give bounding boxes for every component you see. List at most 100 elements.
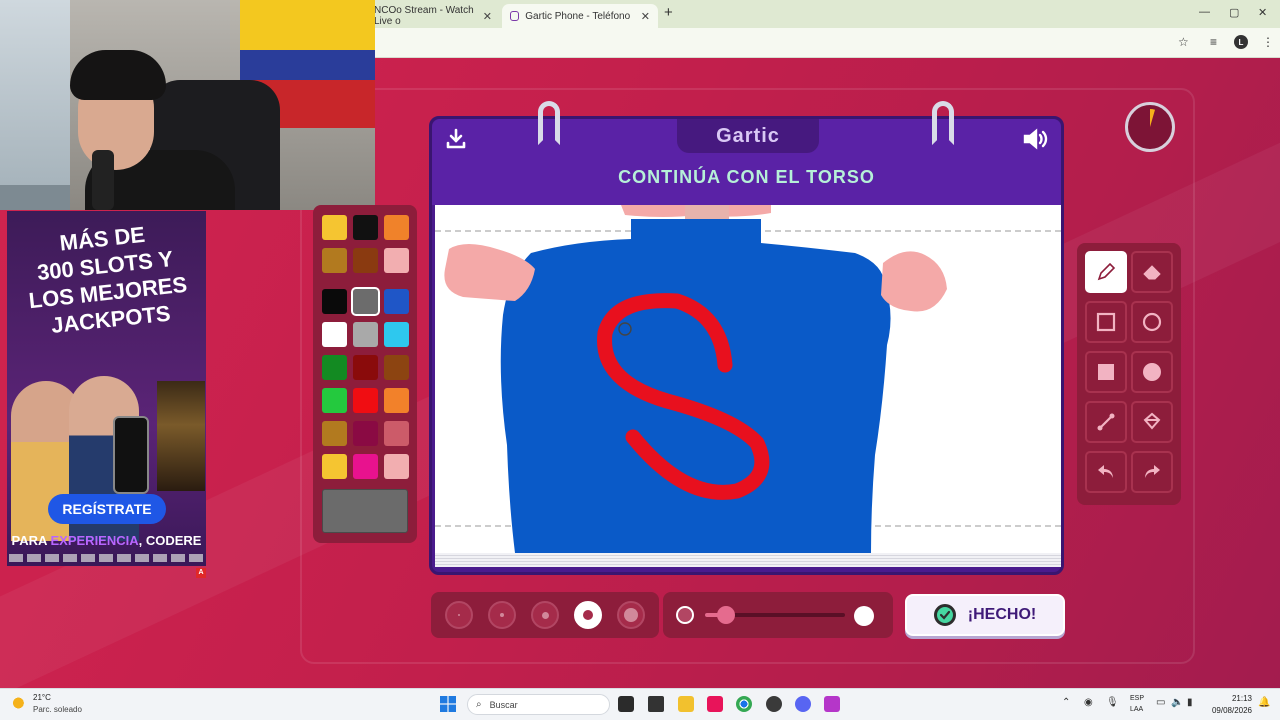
brush-size-option[interactable] <box>488 601 516 629</box>
input-language-variant[interactable]: LAA <box>1130 706 1143 713</box>
battery-icon[interactable]: ▮ <box>1187 697 1193 708</box>
microphone-icon[interactable]: 🎙 <box>1106 697 1119 708</box>
bookmark-star-icon[interactable]: ☆ <box>1178 35 1189 49</box>
weather-description[interactable]: Parc. soleado <box>33 705 82 714</box>
board-ring <box>932 101 954 145</box>
color-swatch[interactable] <box>353 454 378 479</box>
ad-title: MÁS DE 300 SLOTS Y LOS MEJORES JACKPOTS <box>10 216 203 343</box>
brush-size-dot <box>583 610 593 620</box>
brush-size-selector <box>431 592 659 638</box>
codere-ad-banner[interactable]: MÁS DE 300 SLOTS Y LOS MEJORES JACKPOTS … <box>7 211 206 566</box>
color-swatch[interactable] <box>353 355 378 380</box>
close-icon[interactable]: ✕ <box>483 10 492 23</box>
windows-start-icon[interactable] <box>440 696 456 712</box>
chevron-up-icon[interactable]: ⌃ <box>1062 697 1070 708</box>
color-swatch[interactable] <box>322 388 347 413</box>
brush-size-dot <box>541 611 549 619</box>
app-icon[interactable] <box>766 696 782 712</box>
done-button[interactable]: ¡HECHO! <box>905 594 1065 636</box>
chrome-icon[interactable] <box>736 696 752 712</box>
color-swatch[interactable] <box>384 215 409 240</box>
volume-icon[interactable]: 🔈 <box>1171 697 1183 708</box>
tab-label: NCOo Stream - Watch Live o <box>374 5 474 27</box>
color-swatch[interactable] <box>353 421 378 446</box>
undo-tool[interactable] <box>1085 451 1127 493</box>
color-swatch[interactable] <box>353 388 378 413</box>
clock-date[interactable]: 09/08/2026 <box>1206 706 1252 715</box>
line-tool[interactable] <box>1085 401 1127 443</box>
color-swatch[interactable] <box>384 421 409 446</box>
ad-choices-icon[interactable]: A <box>196 568 206 578</box>
drawing-svg <box>435 205 1061 553</box>
taskbar-search-input[interactable]: ⌕ Buscar <box>467 694 610 715</box>
pencil-tool[interactable] <box>1085 251 1127 293</box>
color-swatch[interactable] <box>322 289 347 314</box>
color-swatch[interactable] <box>351 287 380 316</box>
eraser-tool[interactable] <box>1131 251 1173 293</box>
opacity-slider-handle[interactable] <box>717 606 735 624</box>
network-icon[interactable]: ◉ <box>1084 697 1093 708</box>
color-swatch[interactable] <box>353 322 378 347</box>
color-swatch[interactable] <box>384 388 409 413</box>
brush-size-option[interactable] <box>445 601 473 629</box>
tab-ncoo-stream[interactable]: NCOo Stream - Watch Live o ✕ <box>366 4 500 28</box>
app-icon[interactable] <box>824 696 840 712</box>
tiktok-icon[interactable] <box>707 696 723 712</box>
rectangle-outline-tool[interactable] <box>1085 301 1127 343</box>
color-swatch[interactable] <box>384 454 409 479</box>
brush-size-option[interactable] <box>531 601 559 629</box>
close-icon[interactable]: ✕ <box>641 10 650 23</box>
opacity-slider-panel <box>663 592 893 638</box>
weather-temperature[interactable]: 21°C <box>33 693 51 702</box>
color-swatch[interactable] <box>322 322 347 347</box>
menu-kebab-icon[interactable]: ⋮ <box>1262 35 1274 49</box>
clock-time[interactable]: 21:13 <box>1212 694 1252 703</box>
search-placeholder: Buscar <box>489 699 518 710</box>
color-swatch[interactable] <box>322 421 347 446</box>
ad-register-button[interactable]: REGÍSTRATE <box>48 494 166 524</box>
close-window-button[interactable]: ✕ <box>1258 6 1267 19</box>
profile-avatar[interactable]: L <box>1234 35 1248 49</box>
file-explorer-icon[interactable] <box>678 696 694 712</box>
ellipse-outline-tool[interactable] <box>1131 301 1173 343</box>
ad-tagline-part: PARA <box>11 533 51 548</box>
color-swatch[interactable] <box>384 322 409 347</box>
notifications-icon[interactable]: 🔔 <box>1258 697 1270 708</box>
color-swatch[interactable] <box>384 355 409 380</box>
ellipse-fill-tool[interactable] <box>1131 351 1173 393</box>
square-outline-icon <box>1096 312 1116 332</box>
app-icon[interactable] <box>648 696 664 712</box>
discord-icon[interactable] <box>795 696 811 712</box>
color-swatch[interactable] <box>384 248 409 273</box>
redo-tool[interactable] <box>1131 451 1173 493</box>
color-swatch[interactable] <box>353 215 378 240</box>
download-icon[interactable] <box>444 127 470 153</box>
sound-icon[interactable] <box>1022 127 1050 153</box>
paper-stack-edge <box>435 553 1061 567</box>
brush-size-option[interactable] <box>574 601 602 629</box>
drawing-canvas[interactable] <box>435 205 1061 553</box>
color-swatch[interactable] <box>322 355 347 380</box>
fill-bucket-tool[interactable] <box>1131 401 1173 443</box>
color-swatch[interactable] <box>322 454 347 479</box>
brush-size-option[interactable] <box>617 601 645 629</box>
color-swatch[interactable] <box>384 289 409 314</box>
color-swatch[interactable] <box>322 248 347 273</box>
done-label: ¡HECHO! <box>967 606 1037 623</box>
color-swatch[interactable] <box>322 215 347 240</box>
undo-icon <box>1098 465 1113 478</box>
color-swatch[interactable] <box>353 248 378 273</box>
new-tab-button[interactable]: + <box>664 4 673 21</box>
monitor-icon[interactable]: ▭ <box>1156 697 1165 708</box>
minimize-button[interactable]: — <box>1199 6 1210 18</box>
task-view-icon[interactable] <box>618 696 634 712</box>
pencil-icon <box>1097 262 1116 281</box>
maximize-button[interactable]: ▢ <box>1229 6 1239 19</box>
input-language[interactable]: ESP <box>1130 695 1144 702</box>
board-header: Gartic CONTINÚA CON EL TORSO <box>432 119 1061 205</box>
weather-sun-icon[interactable] <box>12 696 28 710</box>
ad-phone-image <box>113 416 149 494</box>
rectangle-fill-tool[interactable] <box>1085 351 1127 393</box>
tab-gartic-phone[interactable]: Gartic Phone - Teléfono Descon ✕ <box>502 4 658 28</box>
reading-list-icon[interactable]: ≡ <box>1210 35 1217 49</box>
